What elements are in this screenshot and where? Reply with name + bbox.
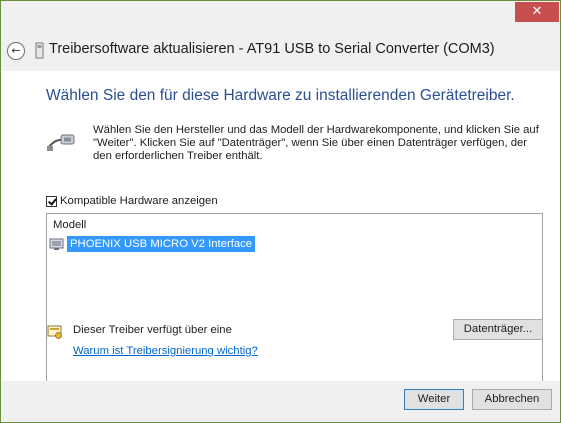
serial-cable-icon — [47, 134, 75, 151]
cancel-button[interactable]: Abbrechen — [472, 389, 552, 410]
close-button[interactable]: ✕ — [515, 2, 559, 22]
list-column-header[interactable]: Modell — [53, 219, 86, 231]
window-title: Treibersoftware aktualisieren - AT91 USB… — [49, 41, 495, 57]
page-heading: Wählen Sie den für diese Hardware zu ins… — [46, 87, 515, 104]
device-small-icon — [35, 42, 44, 59]
signature-help-link[interactable]: Warum ist Treibersignierung wichtig? — [73, 345, 258, 357]
disk-button[interactable]: Datenträger... — [453, 319, 543, 340]
dialog-window: ✕ ← Treibersoftware aktualisieren - AT91… — [0, 0, 561, 423]
content-area: Wählen Sie den für diese Hardware zu ins… — [1, 71, 560, 388]
compatible-hardware-checkbox[interactable] — [46, 195, 57, 207]
back-arrow-icon[interactable]: ← — [7, 42, 25, 60]
unsigned-driver-icon — [47, 325, 62, 339]
list-item[interactable]: PHOENIX USB MICRO V2 Interface — [49, 235, 256, 252]
page-description: Wählen Sie den Hersteller und das Modell… — [93, 124, 539, 162]
compatible-hardware-label[interactable]: Kompatible Hardware anzeigen — [60, 195, 218, 207]
title-bar: ✕ — [1, 1, 560, 31]
compatible-hardware-row: Kompatible Hardware anzeigen — [46, 195, 218, 207]
next-button[interactable]: Weiter — [404, 389, 464, 410]
list-item-label[interactable]: PHOENIX USB MICRO V2 Interface — [67, 235, 256, 252]
signature-text: Dieser Treiber verfügt über eine — [73, 324, 232, 336]
wizard-header: ← Treibersoftware aktualisieren - AT91 U… — [1, 31, 560, 71]
footer: Weiter Abbrechen — [1, 381, 560, 422]
device-icon — [49, 238, 64, 250]
model-list[interactable]: Modell PHOENIX USB MICRO V2 Interface — [46, 213, 543, 388]
